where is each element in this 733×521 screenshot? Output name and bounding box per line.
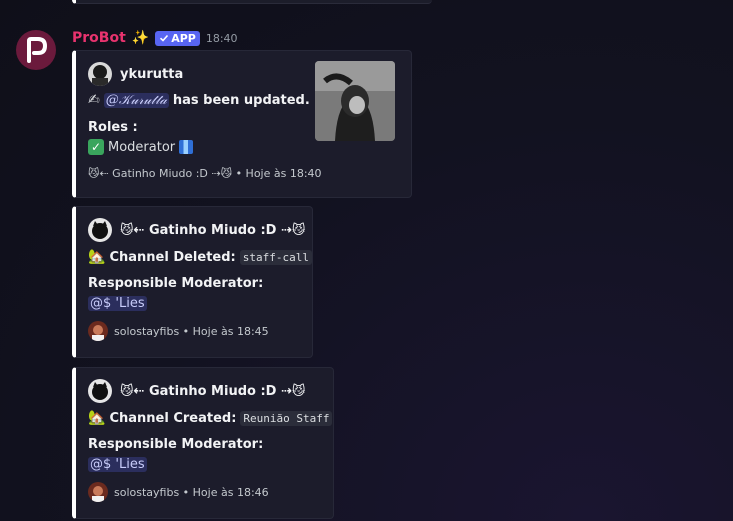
message-header: ProBot ✨ APP 18:40 (72, 27, 238, 49)
moderator-line: @$ 'Lies (88, 457, 147, 472)
embed-author: 😼⇠ Gatinho Miudo :D ⇢😼 (88, 379, 305, 403)
app-badge: APP (155, 30, 200, 46)
user-mention[interactable]: @𝒦𝓊𝓇𝓊𝓉𝓉𝒶 (103, 92, 169, 108)
moderator-line: @$ 'Lies (88, 296, 147, 311)
probot-avatar[interactable] (16, 30, 56, 70)
moderator-mention[interactable]: @$ 'Lies (88, 457, 147, 472)
action-label: Channel Created: (109, 410, 237, 426)
moderator-mention[interactable]: @$ 'Lies (88, 296, 147, 311)
roles-label: Roles : (88, 120, 138, 135)
role-item: ✓ Moderator (88, 139, 194, 155)
check-mark-icon: ✓ (88, 139, 104, 155)
role-name: Moderator (108, 139, 176, 155)
username[interactable]: ProBot (72, 30, 126, 46)
footer-text: 😼⇠ Gatinho Miudo :D ⇢😼 • Hoje às 18:40 (88, 167, 322, 180)
moderator-label: Responsible Moderator: (88, 276, 264, 291)
action-line: 🏡 Channel Deleted: staff-call (88, 249, 312, 265)
house-icon: 🏡 (88, 249, 106, 265)
footer-text: solostayfibs • Hoje às 18:45 (114, 324, 269, 338)
footer-avatar (88, 321, 108, 341)
author-avatar[interactable] (88, 218, 112, 242)
embed-footer: 😼⇠ Gatinho Miudo :D ⇢😼 • Hoje às 18:40 (88, 167, 322, 180)
embed-author-name[interactable]: ykurutta (120, 67, 183, 82)
writing-hand-icon: ✍ (88, 92, 100, 108)
app-badge-label: APP (171, 31, 196, 45)
action-label: Channel Deleted: (109, 249, 236, 265)
channel-name: staff-call (239, 249, 312, 265)
moderator-label: Responsible Moderator: (88, 437, 264, 452)
footer-text: solostayfibs • Hoje às 18:46 (114, 485, 269, 499)
author-avatar[interactable] (88, 62, 112, 86)
sparkle-icon: ✨ (131, 30, 150, 46)
embed-channel-created: 😼⇠ Gatinho Miudo :D ⇢😼 🏡 Channel Created… (72, 367, 334, 519)
embed-author: 😼⇠ Gatinho Miudo :D ⇢😼 (88, 218, 305, 242)
embed-author-name[interactable]: 😼⇠ Gatinho Miudo :D ⇢😼 (120, 223, 305, 238)
embed-role-update: ykurutta ✍ @𝒦𝓊𝓇𝓊𝓉𝓉𝒶 has been updated. Ro… (72, 50, 412, 198)
update-text: has been updated. (172, 92, 310, 108)
probot-logo-icon (27, 37, 47, 63)
embed-author: ykurutta (88, 62, 183, 86)
message-timestamp[interactable]: 18:40 (206, 32, 238, 45)
footer-avatar (88, 482, 108, 502)
checkmark-icon (160, 34, 169, 42)
flag-icon (179, 140, 194, 154)
previous-embed-edge (72, 0, 432, 4)
embed-channel-deleted: 😼⇠ Gatinho Miudo :D ⇢😼 🏡 Channel Deleted… (72, 206, 313, 358)
update-line: ✍ @𝒦𝓊𝓇𝓊𝓉𝓉𝒶 has been updated. (88, 92, 310, 108)
action-line: 🏡 Channel Created: Reunião Staff (88, 410, 333, 426)
embed-author-name[interactable]: 😼⇠ Gatinho Miudo :D ⇢😼 (120, 384, 305, 399)
embed-thumbnail[interactable] (315, 61, 395, 141)
channel-name: Reunião Staff (240, 410, 333, 426)
author-avatar[interactable] (88, 379, 112, 403)
embed-footer: solostayfibs • Hoje às 18:45 (88, 321, 269, 341)
house-icon: 🏡 (88, 410, 106, 426)
embed-footer: solostayfibs • Hoje às 18:46 (88, 482, 269, 502)
